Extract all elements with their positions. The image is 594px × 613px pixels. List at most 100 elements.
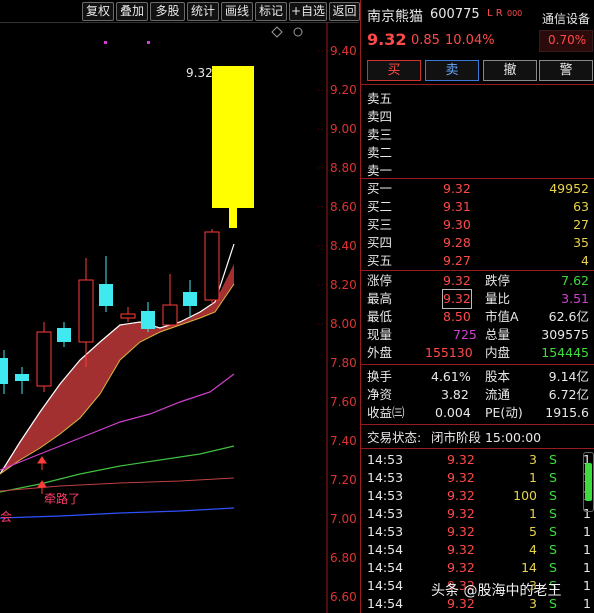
tick-price: 9.32	[447, 542, 475, 557]
tick-scrollbar-thumb[interactable]	[585, 463, 592, 501]
stat-label: 跌停	[485, 273, 511, 288]
kline-chart[interactable]: 9.40 9.20 9.00 8.80 8.60 8.40 8.20 8.00 …	[0, 22, 359, 613]
candle	[162, 304, 178, 326]
sell-button[interactable]: 卖	[425, 60, 479, 81]
y-tick-label: 9.20	[330, 83, 357, 97]
bid-volume: 63	[573, 199, 589, 214]
bid-price: 9.28	[443, 235, 471, 250]
tick-volume: 3	[529, 452, 537, 467]
tick-volume: 4	[529, 542, 537, 557]
bid-row: 买四 9.28 35	[361, 234, 594, 252]
tick-time: 14:53	[367, 452, 404, 467]
bid-row: 买一 9.32 49952	[361, 180, 594, 198]
trading-status-label: 交易状态:	[367, 430, 422, 445]
toolbar-multi-stock-button[interactable]: 多股	[150, 2, 185, 21]
toolbar-mark-button[interactable]: 标记	[255, 2, 287, 21]
stats-row: 收益㈢ 0.004 PE(动) 1915.6	[361, 404, 594, 422]
tick-count: 1	[583, 578, 591, 593]
bid-row: 买二 9.31 63	[361, 198, 594, 216]
tick-price: 9.32	[447, 470, 475, 485]
trading-status-row: 交易状态: 闭市阶段 15:00:00	[361, 429, 594, 447]
stats-row: 最低 8.50 市值A 62.6亿	[361, 308, 594, 326]
y-tick-label: 8.40	[330, 239, 357, 253]
last-price: 9.32	[367, 30, 407, 49]
signal-dot	[147, 41, 150, 44]
ask-level-label: 卖五	[367, 91, 393, 106]
ask-level-label: 卖三	[367, 127, 393, 142]
toolbar-back-button[interactable]: 返回	[329, 2, 360, 21]
low-value: 8.50	[443, 309, 471, 324]
market-cap-value: 62.6亿	[548, 309, 589, 324]
toolbar-add-favorite-button[interactable]: +自选	[289, 2, 327, 21]
sector-pct: 0.70%	[548, 33, 587, 47]
watermark-text: 头条 @股海中的老王	[431, 583, 562, 599]
toolbar-restore-rights-button[interactable]: 复权	[82, 2, 114, 21]
ma-xlong-line	[0, 507, 235, 519]
stats-row: 涨停 9.32 跌停 7.62	[361, 272, 594, 290]
tick-volume: 1	[529, 470, 537, 485]
toolbar-statistics-button[interactable]: 统计	[187, 2, 219, 21]
bid-price: 9.30	[443, 217, 471, 232]
high-value: 9.32	[442, 289, 472, 309]
stat-label: PE(动)	[485, 405, 523, 420]
tick-count: 1	[583, 524, 591, 539]
divider	[361, 270, 594, 271]
quote-panel: 南京熊猫 600775 L R 000 通信设备 0.70% 9.32 0.85…	[360, 0, 594, 613]
candle-limit-up-tail	[229, 208, 237, 228]
stock-code: 600775	[430, 7, 480, 22]
toolbar-overlay-button[interactable]: 叠加	[116, 2, 148, 21]
tick-scrollbar[interactable]	[583, 452, 594, 512]
ma-long-line	[0, 445, 235, 493]
tick-count: 1	[583, 542, 591, 557]
bid-volume: 4	[581, 253, 589, 268]
bid-volume: 49952	[549, 181, 589, 196]
alert-button[interactable]: 警	[539, 60, 593, 81]
y-tick-label: 7.80	[330, 356, 357, 370]
bid-price: 9.32	[443, 181, 471, 196]
divider	[361, 364, 594, 365]
stat-label: 最低	[367, 309, 393, 324]
price-change-pct: 10.04%	[445, 33, 495, 48]
volume-ratio-value: 3.51	[561, 291, 589, 306]
bid-row: 买三 9.30 27	[361, 216, 594, 234]
limit-down-value: 7.62	[561, 273, 589, 288]
tick-row: 14:54 9.32 14 S 1	[361, 559, 594, 577]
tick-time: 14:53	[367, 488, 404, 503]
tick-row: 14:53 9.32 5 S 1	[361, 523, 594, 541]
chart-options-icon	[293, 27, 303, 37]
sector-name[interactable]: 通信设备	[542, 10, 590, 27]
signal-dot	[104, 41, 107, 44]
ask-level-label: 卖四	[367, 109, 393, 124]
candle	[15, 374, 29, 381]
stats-row: 外盘 155130 内盘 154445	[361, 344, 594, 362]
stats-row: 换手 4.61% 股本 9.14亿	[361, 368, 594, 386]
cancel-order-button[interactable]: 撤	[483, 60, 537, 81]
stat-label: 现量	[367, 327, 393, 342]
tick-time: 14:53	[367, 470, 404, 485]
y-tick-label: 6.80	[330, 551, 357, 565]
tick-row: 14:53 9.32 100 S 1	[361, 487, 594, 505]
ma-band	[0, 264, 234, 474]
tick-price: 9.32	[447, 506, 475, 521]
buy-button[interactable]: 买	[367, 60, 421, 81]
outer-volume-value: 155130	[425, 345, 473, 360]
candle	[141, 311, 155, 329]
high-price-label: 9.32	[186, 66, 213, 80]
y-tick-label: 8.00	[330, 317, 357, 331]
divider	[361, 424, 594, 425]
candle	[36, 331, 52, 387]
tick-row: 14:53 9.32 1 S 1	[361, 505, 594, 523]
divider	[361, 84, 594, 85]
tick-side: S	[549, 470, 557, 485]
kline-chart-svg	[0, 22, 328, 613]
tick-row: 14:54 9.32 4 S 1	[361, 541, 594, 559]
y-tick-label: 9.00	[330, 122, 357, 136]
price-change: 0.85	[411, 33, 440, 48]
y-tick-label: 7.20	[330, 473, 357, 487]
y-tick-label: 7.00	[330, 512, 357, 526]
stock-name: 南京熊猫	[367, 9, 423, 25]
tick-row: 14:53 9.32 1 S 1	[361, 469, 594, 487]
tick-price: 9.32	[447, 452, 475, 467]
toolbar-draw-line-button[interactable]: 画线	[221, 2, 253, 21]
candle	[183, 292, 197, 306]
